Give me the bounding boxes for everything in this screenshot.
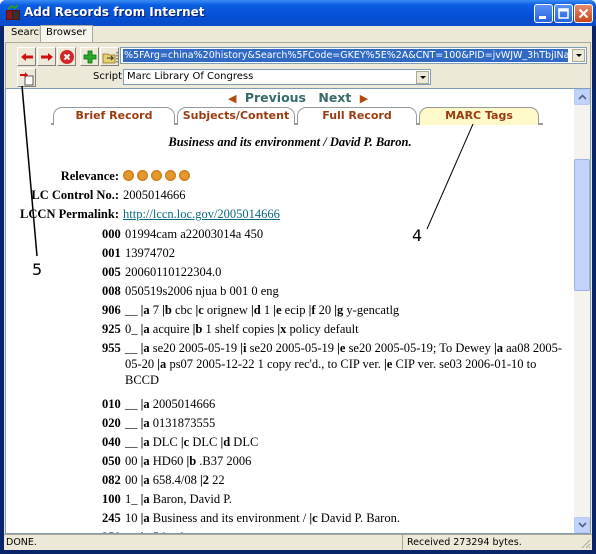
annotation-lines <box>21 85 474 257</box>
annotation-label-4: 4 <box>412 226 423 245</box>
annotation-line-5 <box>21 85 38 257</box>
app-window: Add Records from Internet Search Browser <box>0 0 596 554</box>
annotation-label-5: 5 <box>32 260 43 279</box>
annotation-line-4 <box>426 123 474 230</box>
